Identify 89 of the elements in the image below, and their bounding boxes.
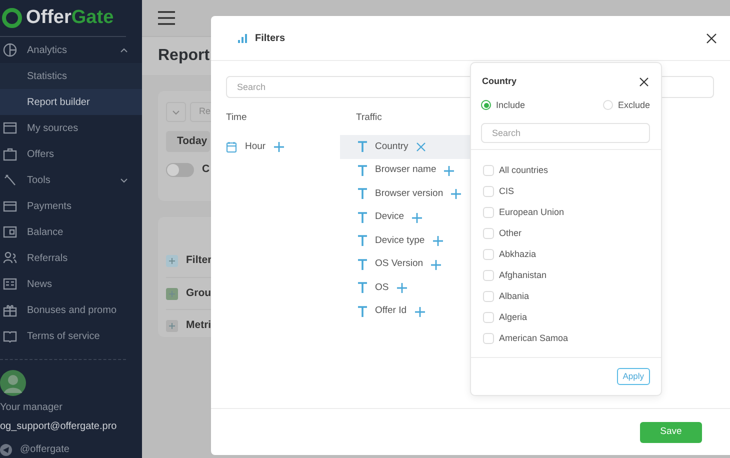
toggle-label: C — [202, 162, 210, 177]
country-checkbox[interactable]: CIS — [471, 181, 661, 202]
add-icon — [431, 260, 442, 270]
country-checkbox[interactable]: Albania — [471, 286, 661, 307]
manager-email: og_support@offergate.pro — [0, 420, 118, 434]
country-checkbox[interactable]: Other — [471, 223, 661, 244]
sidebar-item[interactable]: News — [0, 271, 142, 297]
avatar-icon — [0, 370, 26, 396]
menu-icon — [158, 11, 175, 25]
text-type-icon — [358, 258, 367, 270]
column-heading: Traffic — [356, 112, 382, 123]
sidebar-item[interactable]: Balance — [0, 219, 142, 245]
filter-option[interactable]: Browser name — [340, 158, 470, 182]
sidebar-item[interactable]: Payments — [0, 193, 142, 219]
sidebar-item[interactable]: Analytics — [0, 37, 142, 63]
country-checkbox[interactable]: Algeria — [471, 307, 661, 328]
section-label: Grou — [186, 286, 212, 301]
popover-title: Country — [482, 75, 516, 88]
text-type-icon — [358, 188, 367, 200]
section-label: Metri — [186, 318, 212, 333]
text-type-icon — [358, 235, 367, 247]
sidebar-item[interactable]: Bonuses and promo — [0, 297, 142, 323]
country-checkbox[interactable]: Abkhazia — [471, 244, 661, 265]
filter-option[interactable]: Country — [340, 135, 470, 159]
plus-square-icon — [166, 320, 178, 332]
close-button[interactable] — [706, 32, 717, 44]
add-icon — [444, 166, 454, 176]
logo-text: OfferGate — [26, 6, 114, 30]
filter-option[interactable]: Hour — [226, 135, 340, 159]
country-checkbox[interactable]: All countries — [471, 160, 661, 181]
close-button[interactable] — [639, 76, 649, 87]
radio-option[interactable]: Exclude — [602, 98, 650, 112]
add-icon — [414, 306, 425, 316]
sidebar-item[interactable]: My sources — [0, 115, 142, 141]
sidebar-item[interactable]: Referrals — [0, 245, 142, 271]
text-type-icon — [358, 306, 367, 318]
newspaper-icon — [3, 277, 17, 291]
sidebar-subitem[interactable]: Report builder — [0, 89, 142, 115]
logo-ring-icon — [2, 8, 22, 28]
briefcase-icon — [3, 147, 17, 161]
add-icon — [396, 283, 407, 293]
wallet-icon — [3, 225, 17, 239]
filter-option[interactable]: OS Version — [340, 252, 470, 276]
close-icon — [639, 76, 649, 87]
remove-icon — [416, 142, 426, 152]
country-checkbox[interactable]: Afghanistan — [471, 265, 661, 286]
filter-option[interactable]: Browser version — [340, 182, 470, 206]
plus-square-icon — [166, 288, 178, 300]
add-icon — [432, 236, 443, 246]
window-icon — [3, 121, 17, 135]
today-button[interactable]: Today — [166, 131, 210, 152]
pie-chart-icon — [3, 43, 17, 57]
card-icon — [3, 199, 17, 213]
toggle-switch[interactable] — [166, 162, 194, 177]
country-checkbox[interactable]: American Samoa — [471, 328, 661, 349]
people-icon — [3, 251, 17, 265]
filter-option[interactable]: Offer Id — [340, 300, 470, 324]
text-type-icon — [358, 141, 367, 153]
filter-option[interactable]: Device — [340, 206, 470, 230]
modal-title: Filters — [255, 32, 286, 46]
chevron-up-icon — [120, 46, 128, 54]
sidebar-item[interactable]: Terms of service — [0, 323, 142, 349]
sidebar-subitem[interactable]: Statistics — [0, 63, 142, 89]
add-icon — [274, 142, 284, 152]
search-field[interactable]: Search — [481, 123, 650, 143]
telegram-handle[interactable]: @offergate — [20, 442, 70, 457]
manager-label: Your manager — [0, 401, 64, 415]
chevron-down-icon — [172, 110, 180, 114]
wrench-icon — [3, 173, 17, 187]
sidebar-item[interactable]: Tools — [0, 167, 142, 193]
gift-icon — [3, 303, 17, 317]
text-type-icon — [358, 164, 367, 176]
book-icon — [3, 329, 17, 343]
section-label: Filter — [186, 253, 212, 268]
filter-option[interactable]: OS — [340, 276, 470, 300]
add-icon — [451, 189, 462, 199]
calendar-icon — [226, 141, 237, 153]
sidebar-item[interactable]: Offers — [0, 141, 142, 167]
add-icon — [412, 212, 422, 222]
page-title: Report — [158, 46, 210, 66]
country-checkbox[interactable]: European Union — [471, 202, 661, 223]
close-icon — [706, 32, 717, 44]
plus-square-icon — [166, 255, 178, 267]
text-type-icon — [358, 282, 367, 294]
radio-option[interactable]: Include — [481, 98, 526, 112]
chevron-down-icon — [120, 176, 128, 184]
text-type-icon — [358, 212, 367, 224]
filter-option[interactable]: Device type — [340, 229, 470, 253]
bar-chart-icon — [238, 34, 247, 42]
